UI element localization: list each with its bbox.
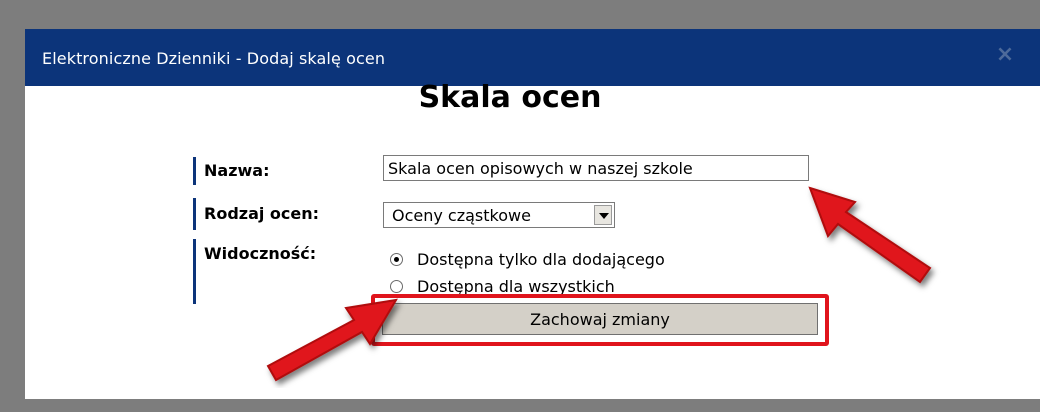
radio-all[interactable] (390, 280, 403, 293)
type-select-value: Oceny cząstkowe (392, 206, 531, 225)
page-title: Skala ocen (418, 80, 602, 115)
radio-owner[interactable] (390, 253, 403, 266)
titlebar: Elektroniczne Dzienniki - Dodaj skalę oc… (25, 29, 1040, 86)
window-title: Elektroniczne Dzienniki - Dodaj skalę oc… (42, 49, 386, 68)
chevron-down-icon[interactable] (594, 205, 612, 225)
save-button[interactable]: Zachowaj zmiany (382, 303, 818, 335)
type-label: Rodzaj ocen: (193, 198, 319, 230)
name-input[interactable] (383, 155, 809, 181)
visibility-option-owner[interactable]: Dostępna tylko dla dodającego (390, 250, 665, 269)
visibility-option-owner-label: Dostępna tylko dla dodającego (417, 250, 665, 269)
type-select[interactable]: Oceny cząstkowe (383, 202, 615, 228)
visibility-label: Widoczność: (193, 239, 316, 304)
name-label: Nazwa: (193, 157, 269, 185)
close-icon[interactable]: × (993, 43, 1017, 67)
